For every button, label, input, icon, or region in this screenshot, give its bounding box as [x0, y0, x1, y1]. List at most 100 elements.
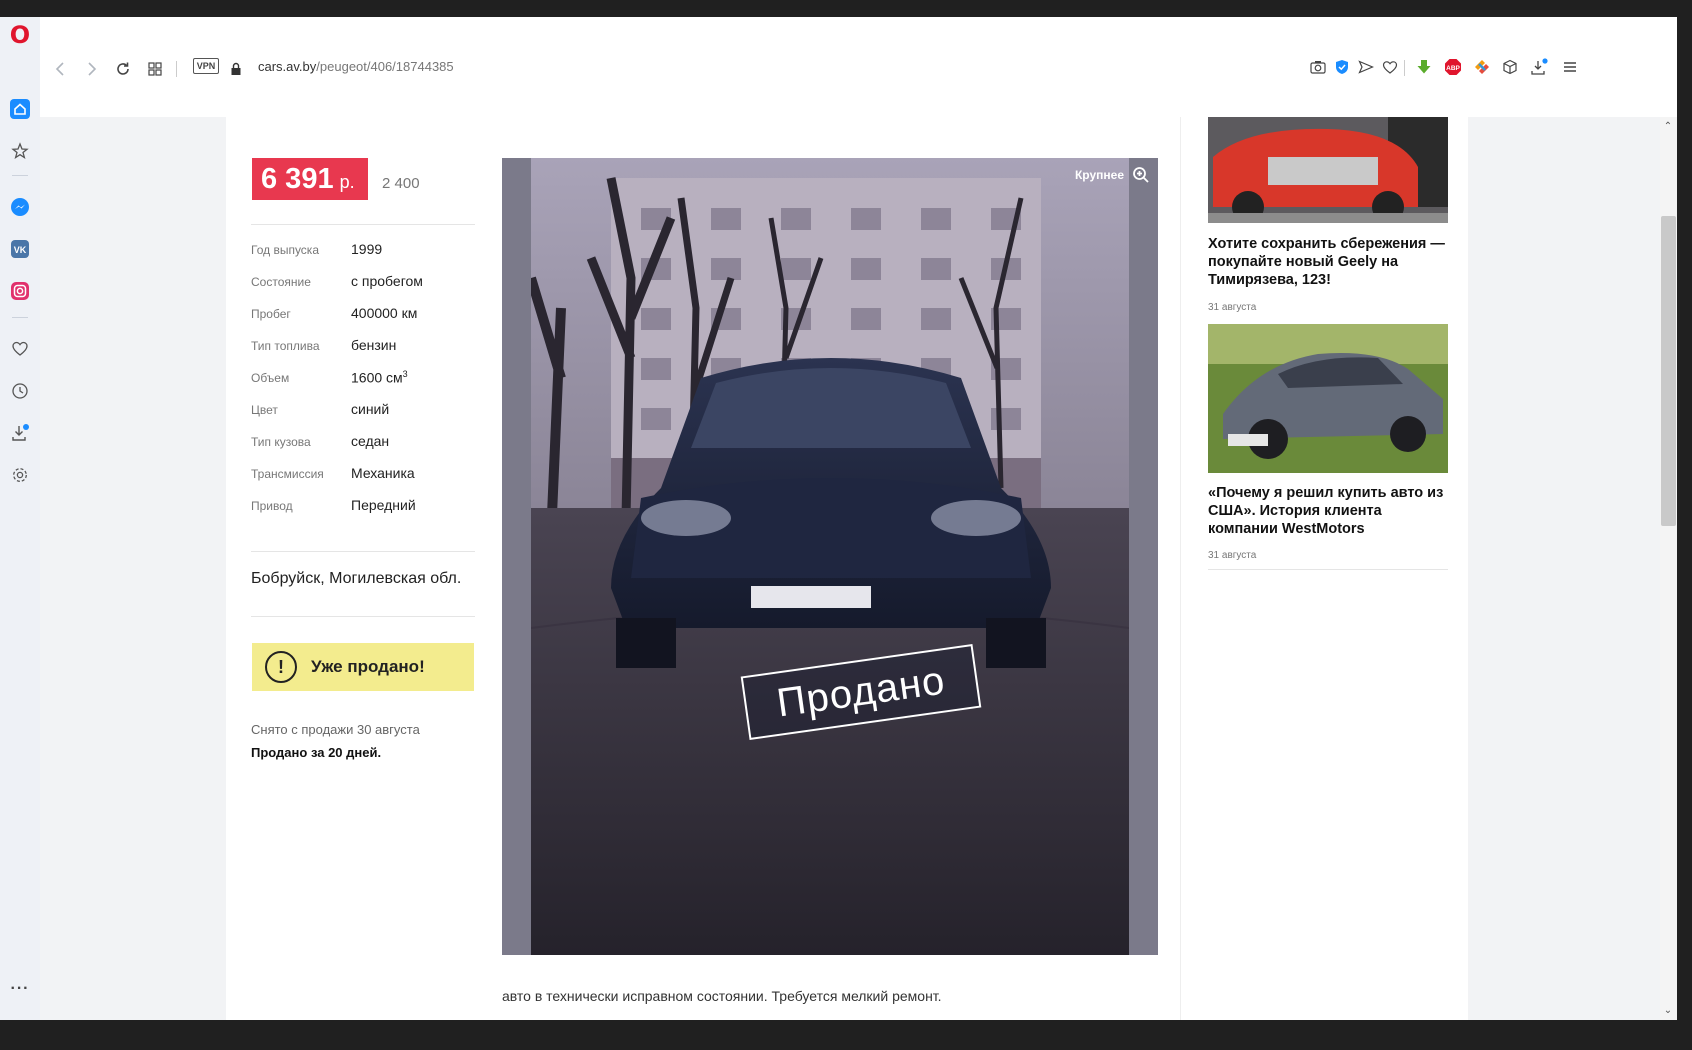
tabs-grid-icon[interactable] [143, 57, 167, 81]
lock-icon[interactable] [224, 57, 248, 81]
svg-text:ABP: ABP [1446, 65, 1460, 72]
address-bar: VPN cars.av.by/peugeot/406/18744385 ABP [40, 17, 1677, 118]
exclamation-icon: ! [265, 651, 297, 683]
toolbar-separator [176, 61, 177, 77]
settings-icon[interactable] [8, 463, 32, 487]
sold-label: Уже продано! [311, 657, 425, 676]
sidebar-separator [12, 175, 28, 176]
spec-label: Состояние [251, 275, 311, 289]
vpn-badge[interactable]: VPN [193, 58, 219, 74]
window-right-edge [1677, 0, 1692, 1050]
spec-row-transmission: Трансмиссия Механика [251, 463, 481, 491]
vk-icon[interactable]: VK [8, 237, 32, 261]
sidebar-separator [12, 317, 28, 318]
toolbar-separator [1404, 60, 1405, 76]
download-icon[interactable] [1529, 57, 1549, 77]
divider [1208, 569, 1448, 570]
heart-icon[interactable] [8, 337, 32, 361]
adblock-icon[interactable]: ABP [1443, 57, 1463, 77]
back-icon[interactable] [48, 57, 72, 81]
send-icon[interactable] [1356, 57, 1376, 77]
spec-value: седан [351, 433, 390, 449]
price-currency: р. [339, 172, 355, 192]
spec-value: синий [351, 401, 390, 417]
more-icon[interactable]: ··· [8, 977, 32, 1001]
zoom-icon [1133, 167, 1149, 183]
divider [251, 551, 475, 552]
column-divider [1180, 117, 1181, 1020]
menu-icon[interactable] [1560, 57, 1580, 77]
news-image[interactable] [1208, 117, 1448, 223]
url-path: /peugeot/406/18744385 [316, 59, 454, 74]
spec-row-year: Год выпуска 1999 [251, 239, 481, 267]
news-date: 31 августа [1208, 550, 1257, 561]
reload-icon[interactable] [111, 57, 135, 81]
spec-value: Передний [351, 497, 416, 513]
spec-volume-value: 1600 см [351, 369, 403, 386]
divider [251, 616, 475, 617]
extension-icon[interactable] [1472, 57, 1492, 77]
spec-volume-sup: 3 [402, 369, 408, 379]
news-date: 31 августа [1208, 302, 1257, 313]
spec-value: 400000 км [351, 305, 418, 321]
spec-value: 1600 см3 [351, 369, 408, 386]
location: Бобруйск, Могилевская обл. [251, 570, 462, 587]
browser-window: O VK ··· VPN cars.av.by/peugeot/406/1874… [0, 17, 1677, 1020]
spec-label: Привод [251, 499, 293, 513]
spec-value: бензин [351, 337, 397, 353]
price-byn-badge: 6 391 р. [252, 158, 368, 200]
spec-label: Год выпуска [251, 243, 319, 257]
star-icon[interactable] [8, 139, 32, 163]
spec-value: с пробегом [351, 273, 423, 289]
spec-label: Трансмиссия [251, 467, 324, 481]
scrollbar-thumb[interactable] [1661, 216, 1676, 526]
spec-label: Цвет [251, 403, 278, 417]
spec-row-fuel: Тип топлива бензин [251, 335, 481, 363]
svg-text:VK: VK [14, 245, 27, 255]
box-icon[interactable] [1500, 57, 1520, 77]
sold-banner: ! Уже продано! [252, 643, 474, 691]
history-icon[interactable] [8, 379, 32, 403]
spec-row-color: Цвет синий [251, 399, 481, 427]
downloads-icon[interactable] [8, 421, 32, 445]
news-title[interactable]: Хотите сохранить сбережения — покупайте … [1208, 235, 1448, 289]
window-bottom-edge [0, 1020, 1692, 1050]
url-field[interactable]: cars.av.by/peugeot/406/18744385 [258, 59, 454, 74]
messenger-icon[interactable] [8, 195, 32, 219]
listing-description: авто в технически исправном состоянии. Т… [502, 988, 942, 1004]
car-photo[interactable]: Продано [531, 158, 1129, 955]
forward-icon[interactable] [80, 57, 104, 81]
spec-row-body: Тип кузова седан [251, 431, 481, 459]
spec-row-condition: Состояние с пробегом [251, 271, 481, 299]
divider [251, 224, 475, 225]
opera-sidebar: O VK ··· [0, 17, 41, 1020]
spec-label: Тип кузова [251, 435, 311, 449]
scroll-up-icon[interactable]: ⌃ [1662, 121, 1674, 133]
camera-icon[interactable] [1308, 57, 1328, 77]
window-top-edge [0, 0, 1692, 17]
opera-logo-icon[interactable]: O [9, 23, 31, 47]
spec-label: Пробег [251, 307, 291, 321]
heart-icon[interactable] [1380, 57, 1400, 77]
news-title[interactable]: «Почему я решил купить авто из США». Ист… [1208, 484, 1448, 538]
zoom-label: Крупнее [1074, 168, 1124, 182]
news-image[interactable] [1208, 324, 1448, 473]
spec-label: Объем [251, 371, 290, 385]
instagram-icon[interactable] [8, 279, 32, 303]
scroll-down-icon[interactable]: ⌄ [1662, 1005, 1674, 1017]
zoom-button[interactable]: Крупнее [1075, 166, 1150, 184]
download-arrow-icon[interactable] [1414, 57, 1434, 77]
spec-row-mileage: Пробег 400000 км [251, 303, 481, 331]
shield-icon[interactable] [1332, 57, 1352, 77]
spec-row-volume: Объем 1600 см3 [251, 367, 481, 395]
sold-duration: Продано за 20 дней. [251, 745, 382, 760]
removed-date: Снято с продажи 30 августа [251, 722, 420, 737]
spec-value: Механика [351, 465, 415, 481]
price-usd: 2 400 [382, 175, 420, 192]
url-host: cars.av.by [258, 59, 317, 74]
spec-row-drive: Привод Передний [251, 495, 481, 523]
spec-label: Тип топлива [251, 339, 320, 353]
car-photo-gallery[interactable]: Продано Крупнее [502, 158, 1158, 955]
home-icon[interactable] [8, 97, 32, 121]
spec-value: 1999 [351, 241, 383, 257]
